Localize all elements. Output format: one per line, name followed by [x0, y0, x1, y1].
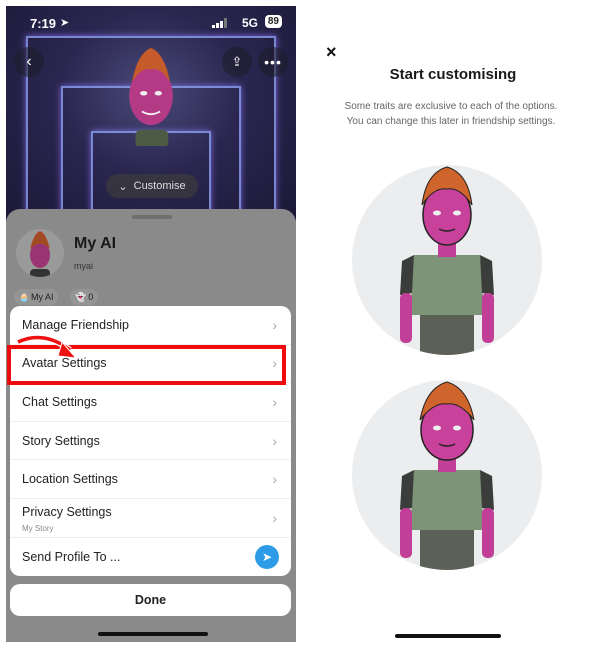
bitmoji-icon: 🧁: [19, 292, 29, 302]
avatar[interactable]: [16, 229, 64, 277]
menu-item-label: Send Profile To ...: [22, 549, 121, 564]
left-phone-screen: 7:19 ➤ 5G 89 ‹ ⇪ ••• ⌄ Customise My AI m…: [6, 6, 296, 642]
chip-label: 0: [88, 292, 94, 302]
page-description: Some traits are exclusive to each of the…: [344, 101, 558, 127]
chevron-left-icon: ‹: [26, 53, 32, 70]
profile-name: My AI: [74, 235, 117, 252]
home-indicator: [395, 634, 501, 638]
close-icon[interactable]: ×: [326, 42, 337, 63]
page-title: Start customising: [389, 66, 517, 83]
avatar-option-2[interactable]: [352, 380, 542, 570]
status-time: 7:19: [30, 16, 57, 31]
right-phone-screen: × Start customising Some traits are excl…: [306, 0, 600, 649]
back-button[interactable]: ‹: [14, 47, 44, 77]
menu-item-label: Chat Settings: [22, 394, 98, 409]
bitmoji-avatar-image: [400, 166, 494, 355]
menu-item-send-profile[interactable]: Send Profile To ... ➤: [10, 538, 291, 577]
chevron-right-icon: ›: [272, 432, 277, 449]
menu-item-story-settings[interactable]: Story Settings ›: [10, 422, 291, 461]
chip-ghost-count[interactable]: 👻 0: [70, 289, 99, 305]
menu-item-sublabel: My Story: [22, 523, 54, 533]
more-button[interactable]: •••: [258, 47, 288, 77]
sheet-grabber[interactable]: [132, 215, 172, 219]
annotation-arrow-icon: [16, 334, 78, 359]
menu-item-label: Privacy Settings: [22, 504, 112, 519]
avatar-hero: 7:19 ➤ 5G 89 ‹ ⇪ ••• ⌄ Customise: [6, 6, 296, 221]
chevron-right-icon: ›: [272, 393, 277, 410]
done-button[interactable]: Done: [10, 584, 291, 616]
chevron-right-icon: ›: [272, 471, 277, 488]
chip-my-ai[interactable]: 🧁 My AI: [14, 289, 59, 305]
location-arrow-icon: ➤: [60, 17, 70, 29]
bitmoji-avatar-image: [400, 381, 494, 570]
chevron-right-icon: ›: [272, 355, 277, 372]
menu-item-location-settings[interactable]: Location Settings ›: [10, 460, 291, 499]
ghost-icon: 👻: [75, 291, 87, 302]
menu-item-chat-settings[interactable]: Chat Settings ›: [10, 383, 291, 422]
menu-item-label: Location Settings: [22, 472, 118, 487]
status-bar: 7:19 ➤ 5G 89: [6, 6, 296, 36]
chevron-right-icon: ›: [272, 316, 277, 333]
profile-username: myai: [74, 261, 94, 271]
avatar-option-1[interactable]: [352, 165, 542, 355]
more-icon: •••: [264, 54, 282, 70]
signal-icon: [212, 18, 227, 28]
chevron-double-down-icon: ⌄: [118, 180, 128, 193]
customise-button[interactable]: ⌄ Customise: [106, 174, 198, 198]
menu-item-privacy-settings[interactable]: Privacy Settings My Story ›: [10, 499, 291, 538]
send-icon[interactable]: ➤: [255, 544, 279, 569]
battery-level: 89: [264, 15, 282, 28]
share-icon: ⇪: [231, 54, 243, 69]
customise-label: Customise: [133, 180, 186, 192]
chevron-right-icon: ›: [272, 509, 277, 526]
home-indicator: [98, 632, 208, 636]
network-type: 5G: [241, 16, 258, 30]
share-button[interactable]: ⇪: [222, 47, 252, 77]
menu-item-label: Story Settings: [22, 433, 100, 448]
chip-label: My AI: [30, 292, 54, 302]
avatar-3d-image: [129, 47, 173, 146]
